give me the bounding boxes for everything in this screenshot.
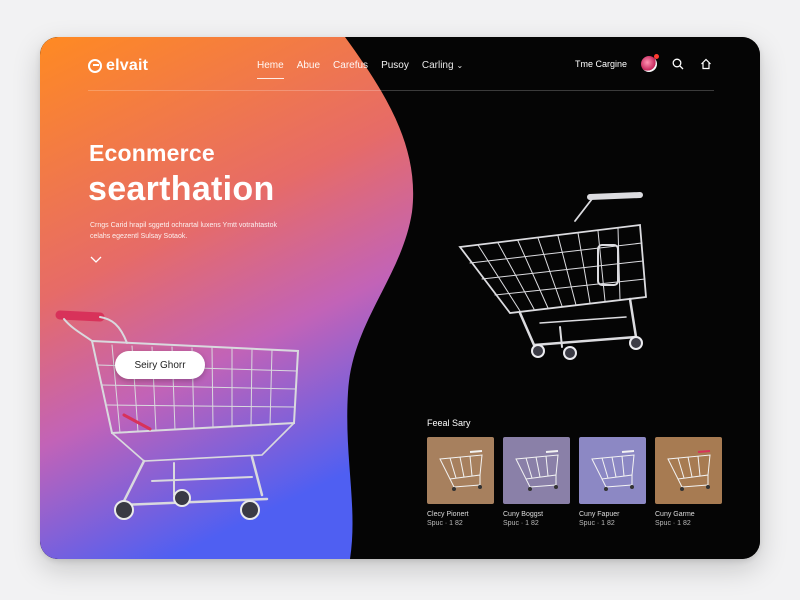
product-image[interactable] [427, 437, 494, 504]
nav-item-careers[interactable]: Carefus [333, 60, 368, 79]
hero-description: Crngs Carid hrapil sggetd ochrartal luxe… [90, 222, 278, 240]
product-price: Spuc · 1 82 [579, 520, 615, 527]
nav-item-home[interactable]: Heme [257, 60, 284, 79]
shopping-cart-image-left [55, 310, 300, 520]
product-name: Clecy Pionert [427, 511, 469, 518]
product-card[interactable]: Cuny Fapuer Spuc · 1 82 [579, 437, 646, 527]
nav-divider [88, 90, 714, 91]
nav-item-about[interactable]: Abue [297, 60, 320, 79]
product-card[interactable]: Clecy Pionert Spuc · 1 82 [427, 437, 494, 527]
shop-now-button[interactable]: Seiry Ghorr [115, 351, 205, 379]
nav-actions: Tme Cargine [575, 54, 713, 72]
product-price: Spuc · 1 82 [427, 520, 463, 527]
cart-thumbnail-icon [438, 449, 483, 491]
nav-item-catalog-label: Carling [421, 60, 454, 71]
product-card[interactable]: Cuny Boggst Spuc · 1 82 [503, 437, 570, 527]
nav-item-catalog[interactable]: Carling ⌄ [422, 60, 463, 79]
notification-dot [654, 54, 660, 59]
product-list: Clecy Pionert Spuc · 1 82 Cuny Boggst Sp… [427, 437, 722, 527]
product-name: Cuny Boggst [503, 511, 544, 518]
cart-thumbnail-icon [514, 449, 559, 491]
nav-item-privacy[interactable]: Pusoy [381, 60, 409, 79]
brand-name: elvait [106, 57, 149, 74]
account-link[interactable]: Tme Cargine [575, 59, 627, 69]
home-icon[interactable] [699, 57, 713, 71]
product-name: Cuny Fapuer [579, 511, 620, 518]
product-card[interactable]: Cuny Garme Spuc · 1 82 [655, 437, 722, 527]
product-name: Cuny Garme [655, 511, 695, 518]
hero-title-line1: Econmerce [89, 140, 215, 166]
hero-title-line2: searthation [88, 170, 275, 208]
avatar[interactable] [641, 54, 660, 72]
logo-mark-icon [88, 59, 102, 73]
product-image[interactable] [503, 437, 570, 504]
cart-thumbnail-icon [666, 449, 711, 491]
top-navigation: elvait Heme Abue Carefus Pusoy Carling ⌄ … [40, 37, 760, 93]
chevron-down-icon: ⌄ [456, 61, 464, 70]
product-price: Spuc · 1 82 [655, 520, 691, 527]
brand-logo[interactable]: elvait [88, 57, 148, 75]
search-icon[interactable] [671, 57, 685, 71]
product-image[interactable] [655, 437, 722, 504]
product-image[interactable] [579, 437, 646, 504]
cart-thumbnail-icon [590, 449, 635, 491]
scroll-down-chevron-icon[interactable] [90, 255, 102, 265]
featured-section-title: Feeal Sary [427, 418, 471, 428]
main-menu: Heme Abue Carefus Pusoy Carling ⌄ [257, 60, 463, 79]
shopping-cart-image-right [458, 192, 647, 360]
app-window: elvait Heme Abue Carefus Pusoy Carling ⌄ … [40, 37, 760, 559]
product-price: Spuc · 1 82 [503, 520, 539, 527]
